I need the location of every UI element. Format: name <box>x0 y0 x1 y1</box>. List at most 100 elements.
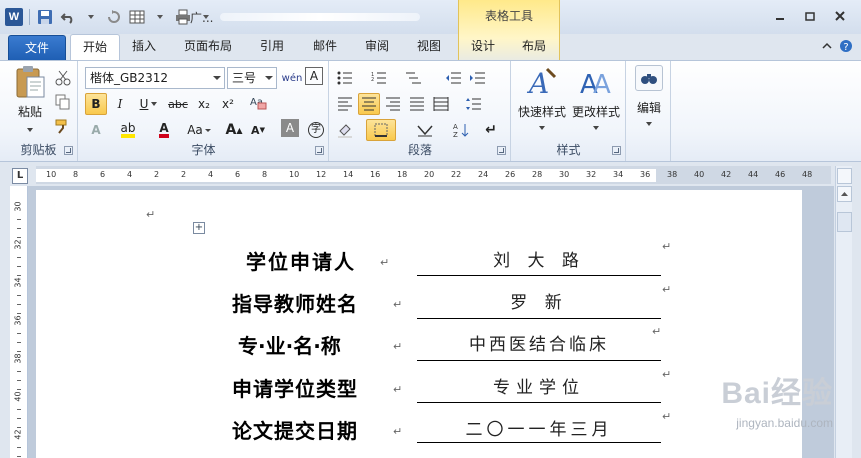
multilevel-list-icon[interactable] <box>402 67 424 89</box>
ruler-tick-label: 10 <box>46 170 57 179</box>
styles-group-name: 样式 <box>556 143 581 157</box>
change-case-button[interactable]: Aa <box>185 119 213 141</box>
text-effects-icon[interactable]: A <box>85 119 107 141</box>
tab-home[interactable]: 开始 <box>70 34 121 61</box>
char-shading-icon[interactable]: A <box>281 119 299 137</box>
italic-button[interactable]: I <box>109 93 131 115</box>
help-icon[interactable]: ? <box>839 39 853 56</box>
field-value-major[interactable]: 中西医结合临床 <box>417 330 661 355</box>
horizontal-ruler[interactable]: 10 8 6 4 2 2 4 6 8 10 12 14 16 18 20 22 24 26 28 30 32 34 36 38… <box>36 166 831 184</box>
copy-icon[interactable] <box>52 91 74 113</box>
char-border-icon[interactable]: A <box>305 67 323 85</box>
line-spacing-icon[interactable] <box>462 93 484 115</box>
vertical-ruler-tick-label: 40 <box>13 391 23 402</box>
restore-icon[interactable] <box>797 6 823 26</box>
paragraph-launcher-icon[interactable] <box>497 146 506 155</box>
font-name-value: 楷体_GB2312 <box>90 71 169 85</box>
tab-table-layout[interactable]: 布局 <box>510 34 558 60</box>
tab-page-layout[interactable]: 页面布局 <box>172 34 244 60</box>
ruler-toggle-icon[interactable] <box>837 168 852 184</box>
tab-view[interactable]: 视图 <box>405 34 453 60</box>
format-painter-icon[interactable] <box>52 115 74 137</box>
minimize-ribbon-icon[interactable] <box>821 40 833 55</box>
bold-glyph: B <box>91 97 101 111</box>
font-color-icon[interactable]: A <box>153 119 175 141</box>
quick-styles-label: 快速样式 <box>517 105 566 119</box>
field-value-degree-type[interactable]: 专业学位 <box>417 373 661 398</box>
tab-review[interactable]: 审阅 <box>353 34 401 60</box>
styles-launcher-icon[interactable] <box>612 146 621 155</box>
superscript-button[interactable]: x² <box>217 93 239 115</box>
bold-button[interactable]: B <box>85 93 107 115</box>
grow-font-icon[interactable]: A ▲ <box>223 119 245 141</box>
sort-icon[interactable]: AZ <box>450 119 472 141</box>
paragraph-mark: ↵ <box>146 208 156 221</box>
bullets-icon[interactable] <box>334 67 356 89</box>
decrease-indent-icon[interactable] <box>442 67 464 89</box>
cut-icon[interactable] <box>52 67 74 89</box>
ruler-tick-label: 42 <box>721 170 732 179</box>
vertical-ruler[interactable]: 30 32 34 36 38 40 42 <box>10 186 28 458</box>
close-icon[interactable] <box>827 6 853 26</box>
chevron-down-icon[interactable] <box>81 7 101 27</box>
align-left-icon[interactable] <box>334 93 356 115</box>
word-app-icon[interactable]: W <box>4 7 24 27</box>
scroll-up-icon[interactable] <box>837 186 852 202</box>
undo-icon[interactable] <box>58 7 78 27</box>
highlight-icon[interactable]: ab <box>117 119 139 141</box>
shrink-font-icon[interactable]: A ▼ <box>247 119 269 141</box>
numbering-icon[interactable]: 12 <box>368 67 390 89</box>
vertical-ruler-minor-tick <box>17 389 21 390</box>
tab-selector[interactable]: L <box>12 168 28 184</box>
paste-label: 粘贴 <box>17 105 42 119</box>
underline-submit-date <box>417 442 661 443</box>
vertical-ruler-minor-tick <box>17 427 21 428</box>
distributed-icon[interactable] <box>430 93 452 115</box>
field-value-applicant[interactable]: 刘 大 路 <box>417 246 661 271</box>
strikethrough-button[interactable]: abc <box>165 93 191 115</box>
font-name-combo[interactable]: 楷体_GB2312 <box>85 67 225 89</box>
font-launcher-icon[interactable] <box>315 146 324 155</box>
paste-button[interactable]: 粘贴 <box>10 65 50 136</box>
ribbon-tabs: 文件 开始 插入 页面布局 引用 邮件 审阅 视图 设计 布局 ? <box>0 34 861 61</box>
tab-insert[interactable]: 插入 <box>120 34 168 60</box>
clipboard-launcher-icon[interactable] <box>64 146 73 155</box>
align-right-icon[interactable] <box>382 93 404 115</box>
tab-file[interactable]: 文件 <box>8 35 66 60</box>
tab-references[interactable]: 引用 <box>248 34 296 60</box>
watermark-url: jingyan.baidu.com <box>736 416 833 430</box>
clear-format-icon[interactable]: Aa <box>245 91 271 113</box>
table-icon[interactable] <box>127 7 147 27</box>
vertical-ruler-minor-tick <box>17 257 21 258</box>
redo-icon[interactable] <box>104 7 124 27</box>
vertical-scrollbar[interactable] <box>835 166 852 458</box>
minimize-icon[interactable] <box>767 6 793 26</box>
scroll-thumb[interactable] <box>837 212 852 232</box>
ruler-tick-label: 8 <box>262 170 268 179</box>
editing-button[interactable]: 编辑 <box>631 65 667 130</box>
increase-indent-icon[interactable] <box>466 67 488 89</box>
chevron-down-icon[interactable] <box>150 7 170 27</box>
chevron-down-icon[interactable] <box>149 93 159 115</box>
field-value-advisor[interactable]: 罗 新 <box>417 288 661 313</box>
phonetic-guide-icon[interactable]: wén <box>281 67 303 89</box>
align-center-icon[interactable] <box>358 93 380 115</box>
enclose-char-icon[interactable]: 字 <box>305 119 327 141</box>
subscript-button[interactable]: x₂ <box>193 93 215 115</box>
chinese-layout-icon[interactable] <box>412 119 438 141</box>
clipboard-group: 粘贴 剪贴板 <box>0 61 78 161</box>
table-move-handle-icon[interactable]: + <box>193 222 205 234</box>
font-size-combo[interactable]: 三号 <box>227 67 277 89</box>
change-styles-button[interactable]: AA 更改样式 <box>570 65 622 134</box>
shading-icon[interactable] <box>334 119 356 141</box>
quick-styles-button[interactable]: A 快速样式 <box>516 65 568 134</box>
save-icon[interactable] <box>35 7 55 27</box>
show-marks-icon[interactable]: ↵ <box>480 119 502 141</box>
field-value-submit-date[interactable]: 二〇一一年三月 <box>417 415 661 440</box>
tab-mailings[interactable]: 邮件 <box>301 34 349 60</box>
justify-icon[interactable] <box>406 93 428 115</box>
borders-icon[interactable] <box>366 119 396 141</box>
window-controls <box>767 6 853 26</box>
tab-table-design[interactable]: 设计 <box>459 34 507 60</box>
paragraph-mark: ↵ <box>662 240 672 253</box>
